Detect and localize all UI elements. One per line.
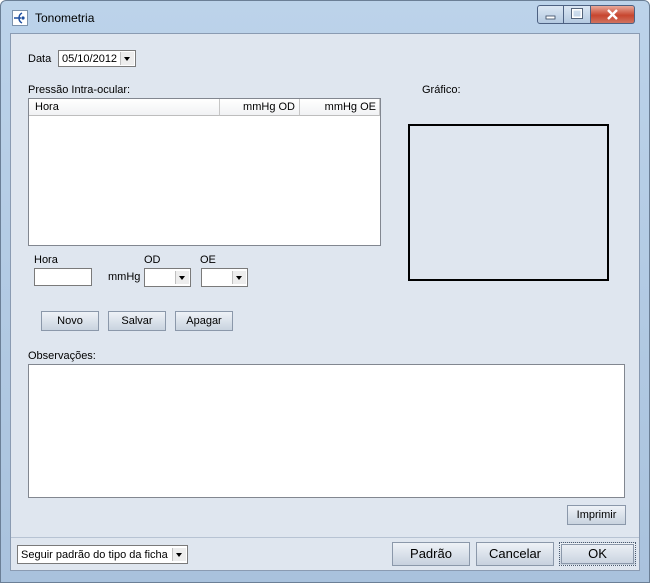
observations-label: Observações: — [28, 350, 96, 362]
cancel-button[interactable]: Cancelar — [476, 542, 554, 566]
column-header-mmhg-oe[interactable]: mmHg OE — [300, 99, 380, 116]
hora-input[interactable] — [34, 268, 92, 286]
maximize-icon — [571, 8, 583, 19]
unit-label: mmHg — [108, 271, 141, 283]
print-button[interactable]: Imprimir — [567, 505, 626, 525]
ficha-mode-value: Seguir padrão do tipo da ficha — [21, 549, 168, 561]
close-icon — [607, 9, 618, 20]
novo-button[interactable]: Novo — [41, 311, 99, 331]
date-label: Data — [28, 53, 52, 65]
window-title: Tonometria — [35, 11, 95, 25]
tonometria-window: Tonometria Data 05/10/2012 Pressão Intra… — [0, 0, 650, 583]
hora-label: Hora — [34, 254, 58, 266]
pressure-label: Pressão Intra-ocular: — [28, 84, 131, 96]
chevron-down-icon[interactable] — [120, 52, 134, 65]
column-header-hora[interactable]: Hora — [29, 99, 220, 116]
od-label: OD — [144, 254, 161, 266]
footer-divider — [11, 537, 639, 538]
chevron-down-icon[interactable] — [232, 271, 246, 284]
oe-label: OE — [200, 254, 216, 266]
date-picker[interactable]: 05/10/2012 — [58, 50, 136, 67]
pressure-table[interactable]: Hora mmHg OD mmHg OE — [28, 98, 381, 246]
apagar-button[interactable]: Apagar — [175, 311, 233, 331]
close-button[interactable] — [591, 5, 635, 24]
app-icon — [12, 10, 28, 26]
minimize-button[interactable] — [537, 5, 564, 24]
observations-textarea[interactable] — [28, 364, 625, 498]
graph-label: Gráfico: — [422, 84, 461, 96]
chevron-down-icon[interactable] — [175, 271, 189, 284]
date-value: 05/10/2012 — [62, 53, 118, 65]
title-bar[interactable]: Tonometria — [1, 1, 649, 31]
padrao-button[interactable]: Padrão — [392, 542, 470, 566]
ok-button[interactable]: OK — [559, 542, 636, 566]
ficha-mode-select[interactable]: Seguir padrão do tipo da ficha — [17, 545, 188, 564]
od-select[interactable] — [144, 268, 191, 287]
graph-area — [408, 124, 609, 281]
minimize-icon — [545, 15, 556, 20]
dialog-body: Data 05/10/2012 Pressão Intra-ocular: Ho… — [10, 33, 640, 571]
chevron-down-icon[interactable] — [172, 548, 186, 561]
column-header-mmhg-od[interactable]: mmHg OD — [220, 99, 300, 116]
oe-select[interactable] — [201, 268, 248, 287]
maximize-button[interactable] — [564, 5, 591, 24]
salvar-button[interactable]: Salvar — [108, 311, 166, 331]
